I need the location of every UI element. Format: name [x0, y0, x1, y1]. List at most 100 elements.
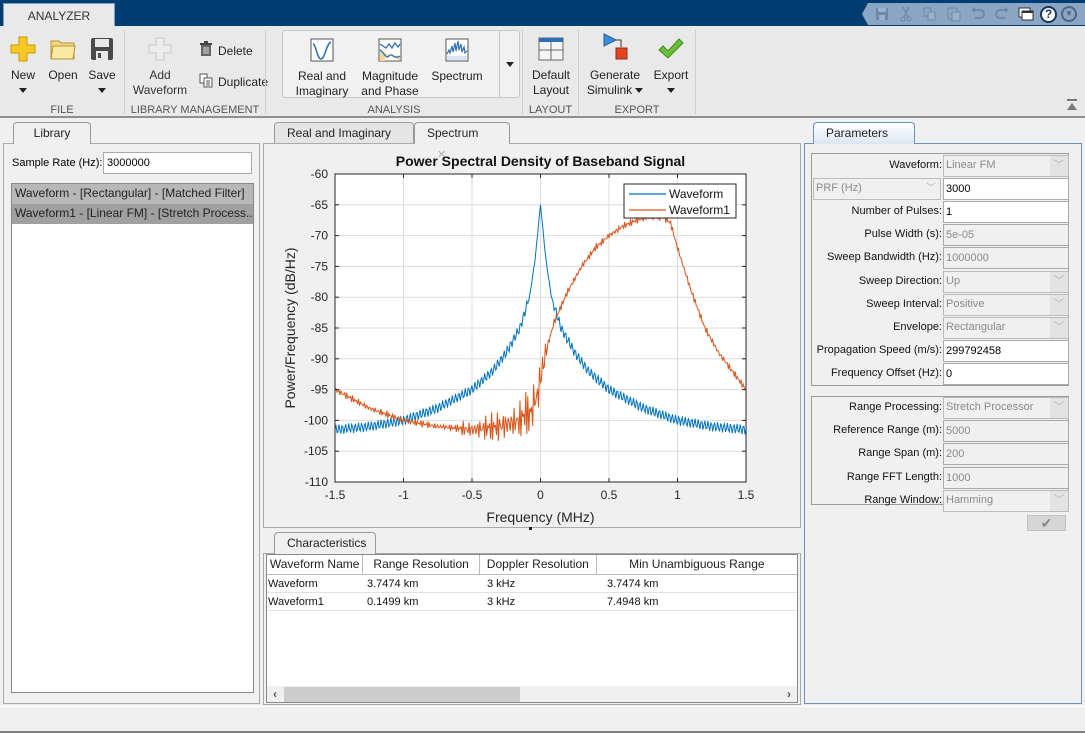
- table-cell: 3.7474 km: [367, 578, 419, 590]
- file-section-label: FILE: [50, 104, 74, 116]
- table-cell: Waveform: [268, 578, 318, 590]
- waveform-type-value: Linear FM: [946, 159, 996, 171]
- chart-legend[interactable]: Waveform Waveform1: [623, 183, 737, 219]
- default-layout-button[interactable]: Default Layout: [528, 36, 574, 98]
- copy-icon[interactable]: [920, 5, 940, 23]
- duplicate-label: Duplicate: [218, 75, 269, 89]
- open-label: Open: [48, 68, 78, 82]
- tab-analyzer[interactable]: ANALYZER: [3, 3, 115, 28]
- simulink-icon: [602, 33, 628, 60]
- new-button[interactable]: New: [8, 36, 38, 93]
- y-tick-label: -110: [305, 475, 328, 489]
- apply-button[interactable]: ✔: [1027, 515, 1066, 531]
- param-dropdown[interactable]: Positive ﹀: [943, 293, 1069, 316]
- x-tick-label: 0.5: [601, 488, 618, 502]
- characteristics-table: Waveform Name Range Resolution Doppler R…: [266, 554, 798, 703]
- tab-characteristics[interactable]: Characteristics: [274, 532, 376, 554]
- x-tick-label: 0: [537, 488, 544, 502]
- table-row[interactable]: Waveform1 0.1499 km 3 kHz 7.4948 km: [267, 593, 797, 611]
- help-icon[interactable]: ?: [1040, 5, 1057, 23]
- generate-simulink-label-2: Simulink: [586, 83, 633, 97]
- undo-icon[interactable]: [968, 5, 988, 23]
- column-header[interactable]: Doppler Resolution: [480, 555, 597, 574]
- table-cell: Waveform1: [268, 596, 324, 608]
- y-tick-label: -95: [311, 383, 329, 397]
- collapse-ribbon-icon[interactable]: [1066, 99, 1078, 111]
- param-input[interactable]: [943, 340, 1069, 363]
- param-input[interactable]: [943, 363, 1069, 386]
- param-row: Range Span (m):: [812, 443, 1069, 466]
- sample-rate-input[interactable]: [103, 152, 252, 174]
- checkmark-icon: [658, 36, 684, 62]
- prf-input[interactable]: [943, 178, 1069, 200]
- save-dropdown-arrow[interactable]: [98, 88, 106, 93]
- y-tick-label: -65: [311, 198, 329, 212]
- legend-label-waveform: Waveform: [669, 187, 723, 201]
- cut-icon[interactable]: [896, 5, 916, 23]
- param-row: Pulse Width (s):: [812, 224, 1069, 247]
- generate-simulink-button[interactable]: Generate Simulink: [585, 33, 645, 98]
- param-label: Pulse Width (s):: [864, 228, 942, 241]
- param-label: Envelope:: [893, 321, 942, 333]
- waveform-type-dropdown[interactable]: Linear FM ﹀: [943, 155, 1069, 177]
- add-waveform-label-2: Waveform: [132, 83, 188, 97]
- chevron-down-icon: ﹀: [1050, 318, 1068, 338]
- column-header[interactable]: Min Unambiguous Range: [597, 555, 797, 574]
- param-label: Frequency Offset (Hz):: [830, 367, 942, 380]
- library-item[interactable]: Waveform - [Rectangular] - [Matched Filt…: [12, 184, 253, 204]
- export-button[interactable]: Export: [651, 36, 691, 93]
- add-icon: [147, 36, 173, 62]
- save-button[interactable]: Save: [87, 36, 117, 93]
- duplicate-button[interactable]: Duplicate: [199, 73, 268, 91]
- param-dropdown[interactable]: Rectangular ﹀: [943, 317, 1069, 339]
- y-tick-label: -100: [304, 413, 328, 427]
- param-dropdown[interactable]: Hamming ﹀: [943, 489, 1069, 512]
- chevron-down-icon: ﹀: [922, 179, 940, 199]
- column-header[interactable]: Waveform Name: [267, 555, 364, 574]
- y-tick-label: -105: [304, 444, 328, 458]
- column-header[interactable]: Range Resolution: [363, 555, 480, 574]
- scrollbar-thumb[interactable]: [284, 687, 520, 702]
- analysis-section: ANALYSIS: [266, 26, 522, 118]
- export-dropdown-arrow[interactable]: [667, 88, 675, 93]
- new-dropdown-arrow[interactable]: [19, 88, 27, 93]
- scroll-left-icon[interactable]: ‹: [267, 686, 283, 702]
- save-icon[interactable]: [872, 5, 892, 23]
- export-label: Export: [653, 68, 689, 82]
- layout-section-label: LAYOUT: [528, 104, 573, 116]
- redo-icon[interactable]: [992, 5, 1012, 23]
- param-row: Propagation Speed (m/s):: [812, 340, 1069, 363]
- open-button[interactable]: Open: [46, 36, 80, 83]
- ribbon-separator: [695, 30, 696, 114]
- param-dropdown[interactable]: Up ﹀: [943, 270, 1069, 293]
- minimize-toolstrip-icon[interactable]: ▼: [1061, 6, 1077, 22]
- delete-button[interactable]: Delete: [199, 41, 253, 60]
- tab-real-imaginary[interactable]: Real and Imaginary: [274, 122, 414, 144]
- param-row: Envelope: Rectangular ﹀: [812, 317, 1069, 339]
- table-row[interactable]: Waveform 3.7474 km 3 kHz 3.7474 km: [267, 575, 797, 593]
- horizontal-scrollbar[interactable]: ‹ ›: [267, 686, 797, 702]
- waveform-type-label: Waveform:: [889, 159, 942, 171]
- close-icon[interactable]: ✕: [437, 149, 446, 161]
- param-dropdown-value: Hamming: [946, 493, 994, 506]
- prf-mode-dropdown[interactable]: PRF (Hz) ﹀: [813, 178, 941, 200]
- add-waveform-button[interactable]: Add Waveform: [132, 36, 188, 98]
- new-icon: [10, 36, 36, 62]
- param-dropdown-value: Stretch Processor: [946, 401, 1034, 413]
- range-processing-group: Range Processing: Stretch Processor ﹀ Refer…: [811, 396, 1069, 512]
- tab-spectrum[interactable]: Spectrum ✕: [414, 122, 510, 161]
- scroll-right-icon[interactable]: ›: [781, 686, 797, 702]
- library-item[interactable]: Waveform1 - [Linear FM] - [Stretch Proce…: [12, 204, 253, 224]
- paste-icon[interactable]: [944, 5, 964, 23]
- quick-access-toolbar: ? ▼: [862, 3, 1085, 25]
- window-icon[interactable]: [1016, 5, 1036, 23]
- add-waveform-label-1: Add: [149, 68, 171, 82]
- param-dropdown[interactable]: Stretch Processor ﹀: [943, 397, 1069, 419]
- x-tick-label: -1: [398, 488, 409, 502]
- generate-dropdown-arrow[interactable]: [635, 88, 644, 93]
- tab-parameters[interactable]: Parameters: [813, 122, 915, 144]
- param-input[interactable]: [943, 201, 1069, 223]
- param-label: Sweep Interval:: [866, 297, 942, 310]
- table-cell: 3 kHz: [487, 578, 516, 590]
- tab-library[interactable]: Library: [13, 122, 91, 144]
